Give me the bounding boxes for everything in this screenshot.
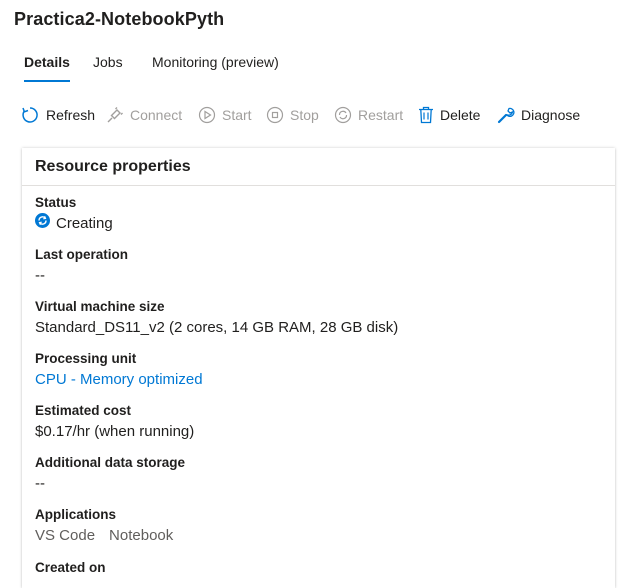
additional-storage-label: Additional data storage [35,455,186,470]
estimated-cost-value: $0.17/hr (when running) [35,423,195,440]
status-value: Creating [56,215,113,232]
sync-icon [35,213,50,235]
status-property: Status Creating [35,193,113,235]
last-operation-value: -- [35,267,45,284]
restart-label: Restart [358,107,404,123]
connect-label: Connect [130,107,183,123]
plug-icon [106,106,124,124]
applications-label: Applications [35,507,117,522]
play-icon [198,106,216,124]
diagnose-label: Diagnose [521,107,581,123]
stop-button[interactable]: Stop [266,104,319,126]
tab-monitoring[interactable]: Monitoring (preview) [152,54,279,70]
vm-size-label: Virtual machine size [35,299,165,314]
last-operation-label: Last operation [35,247,129,262]
additional-storage-property: Additional data storage -- [35,453,185,495]
card-header: Resource properties [22,148,615,186]
refresh-icon [20,105,40,125]
estimated-cost-property: Estimated cost $0.17/hr (when running) [35,401,194,443]
processing-unit-label: Processing unit [35,351,137,366]
processing-unit-link[interactable]: CPU - Memory optimized [35,369,203,391]
created-on-property: Created on [35,558,106,578]
restart-icon [334,106,352,124]
applications-property: Applications VS Code Notebook [35,505,181,547]
connect-button[interactable]: Connect [106,104,182,126]
refresh-button[interactable]: Refresh [20,104,95,126]
vm-size-value: Standard_DS11_v2 (2 cores, 14 GB RAM, 28… [35,319,399,336]
start-label: Start [222,107,252,123]
tab-details[interactable]: Details [24,54,70,82]
stop-label: Stop [290,107,319,123]
last-operation-property: Last operation -- [35,245,128,287]
vscode-app-link[interactable]: VS Code [35,525,95,547]
status-value-row: Creating [35,213,113,235]
diagnose-button[interactable]: Diagnose [497,104,580,126]
start-button[interactable]: Start [198,104,252,126]
trash-icon [418,106,434,124]
restart-button[interactable]: Restart [334,104,403,126]
card-title: Resource properties [35,158,191,175]
refresh-label: Refresh [46,107,96,123]
vm-size-property: Virtual machine size Standard_DS11_v2 (2… [35,297,398,339]
delete-button[interactable]: Delete [418,104,480,126]
page-title: Practica2-NotebookPyth [14,9,225,29]
wrench-icon [497,106,515,124]
additional-storage-value: -- [35,475,45,492]
estimated-cost-label: Estimated cost [35,403,132,418]
stop-icon [266,106,284,124]
status-label: Status [35,195,77,210]
applications-list: VS Code Notebook [35,525,181,547]
notebook-app-link[interactable]: Notebook [109,525,173,547]
processing-unit-property: Processing unit CPU - Memory optimized [35,349,203,391]
created-on-label: Created on [35,560,106,575]
resource-properties-card: Resource properties Status Creating Last… [22,148,615,588]
tab-jobs[interactable]: Jobs [93,54,123,70]
delete-label: Delete [440,107,481,123]
